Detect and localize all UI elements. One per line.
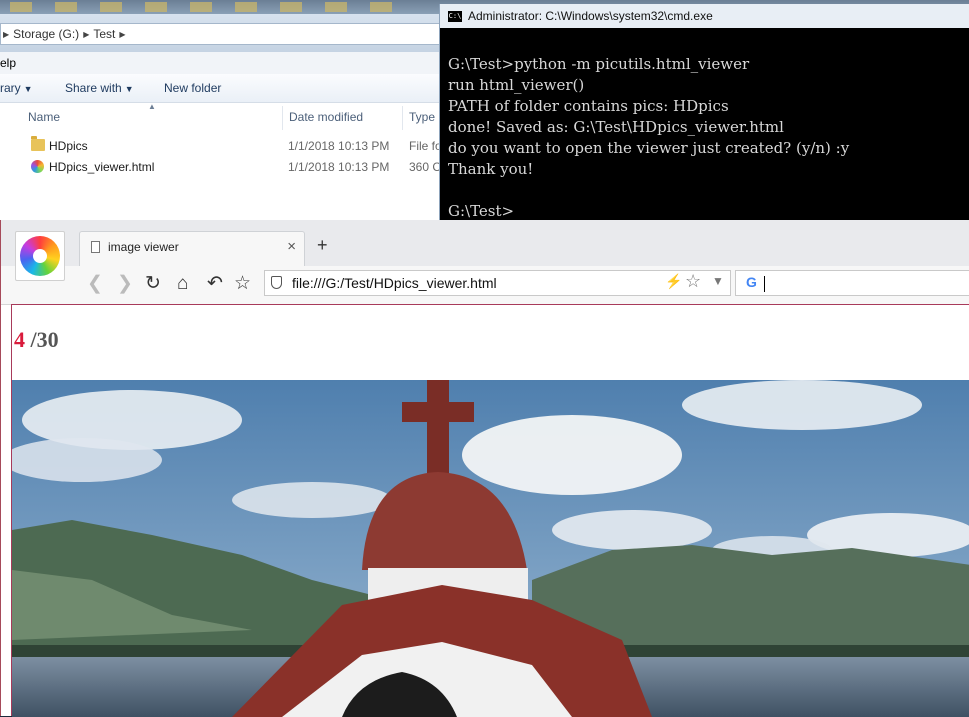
cmd-window[interactable]: C:\ Administrator: C:\Windows\system32\c…	[439, 4, 969, 234]
taskbar-thumb	[10, 2, 32, 12]
sort-up-icon: ▲	[148, 102, 156, 111]
breadcrumb-test[interactable]: Test	[89, 27, 119, 41]
taskbar-thumb	[145, 2, 167, 12]
url-bar[interactable]: file:///G:/Test/HDpics_viewer.html ⚡ ☆ ▼	[264, 270, 731, 296]
file-date: 1/1/2018 10:13 PM	[288, 160, 390, 174]
column-divider[interactable]	[402, 106, 403, 130]
image-counter: 4 /30	[14, 327, 59, 353]
forward-arrow-icon[interactable]: ❯	[117, 272, 133, 296]
star-icon[interactable]: ☆	[234, 272, 251, 296]
chapel-photo	[12, 380, 969, 717]
text-caret	[764, 276, 765, 292]
taskbar-thumb	[325, 2, 347, 12]
breadcrumb-storage[interactable]: Storage (G:)	[9, 27, 83, 41]
console-prompt: G:\Test>	[448, 202, 515, 220]
browser-nav-bar: ❮ ❯ ↻ ⌂ ↶ ☆ file:///G:/Test/HDpics_viewe…	[1, 266, 969, 305]
close-icon[interactable]: ×	[287, 238, 296, 255]
taskbar-thumb	[190, 2, 212, 12]
back-arrow-icon[interactable]: ❮	[87, 272, 103, 296]
column-divider[interactable]	[282, 106, 283, 130]
taskbar-thumb	[235, 2, 257, 12]
taskbar-thumb	[55, 2, 77, 12]
console-line: done! Saved as: G:\Test\HDpics_viewer.ht…	[448, 118, 784, 136]
search-input[interactable]: G	[735, 270, 969, 296]
cmd-title: Administrator: C:\Windows\system32\cmd.e…	[468, 9, 713, 23]
browser-tab-bar: image viewer × +	[1, 220, 969, 266]
url-text: file:///G:/Test/HDpics_viewer.html	[292, 275, 497, 291]
bookmark-star-icon[interactable]: ☆	[685, 271, 701, 292]
chevron-down-icon[interactable]: ▼	[712, 274, 724, 288]
file-name: HDpics	[49, 139, 88, 153]
home-icon[interactable]: ⌂	[177, 272, 188, 296]
share-with-button[interactable]: Share with ▼	[65, 81, 134, 95]
column-name[interactable]: Name	[28, 110, 60, 124]
file-type: File fo	[409, 139, 442, 153]
column-date-modified[interactable]: Date modified	[289, 110, 363, 124]
console-line: do you want to open the viewer just crea…	[448, 139, 850, 157]
dropdown-arrow-icon: ▼	[124, 84, 134, 94]
viewer-image[interactable]	[12, 380, 969, 717]
file-name: HDpics_viewer.html	[49, 160, 155, 174]
menu-help[interactable]: elp	[0, 56, 16, 70]
page-icon	[91, 241, 100, 253]
dropdown-arrow-icon: ▼	[23, 84, 33, 94]
console-line: PATH of folder contains pics: HDpics	[448, 97, 729, 115]
taskbar-thumb	[100, 2, 122, 12]
explorer-address-bar[interactable]: ▶ Storage (G:) ▶ Test ▶	[0, 23, 440, 45]
console-line: G:\Test>python -m picutils.html_viewer	[448, 55, 750, 73]
library-button-label: rary	[0, 81, 21, 95]
folder-icon	[31, 136, 45, 151]
tab-title: image viewer	[108, 240, 179, 254]
browser-window: image viewer × + ❮ ❯ ↻ ⌂ ↶ ☆ file:///G:/…	[0, 220, 969, 717]
taskbar-thumb	[280, 2, 302, 12]
include-in-library-button[interactable]: rary ▼	[0, 81, 33, 95]
total-images: /30	[30, 327, 59, 352]
share-button-label: Share with	[65, 81, 122, 95]
viewer-page: 4 /30	[11, 304, 969, 717]
google-icon: G	[746, 274, 757, 290]
file-date: 1/1/2018 10:13 PM	[288, 139, 390, 153]
file-type: 360 C	[409, 160, 442, 174]
new-folder-button[interactable]: New folder	[164, 81, 221, 95]
cmd-title-bar[interactable]: C:\ Administrator: C:\Windows\system32\c…	[440, 4, 969, 28]
column-type[interactable]: Type	[409, 110, 435, 124]
browser-logo-icon	[20, 236, 60, 276]
shield-icon	[271, 276, 282, 289]
cmd-icon: C:\	[448, 10, 462, 22]
tab-image-viewer[interactable]: image viewer ×	[79, 231, 305, 266]
undo-icon[interactable]: ↶	[207, 272, 223, 296]
console-line: Thank you!	[448, 160, 534, 178]
cmd-output: G:\Test>python -m picutils.html_viewerru…	[448, 54, 849, 222]
console-line: run html_viewer()	[448, 76, 585, 94]
chevron-right-icon: ▶	[119, 29, 126, 39]
current-image-index: 4	[14, 327, 25, 352]
browser-logo[interactable]	[15, 231, 65, 281]
new-tab-icon[interactable]: +	[317, 235, 328, 256]
reload-icon[interactable]: ↻	[145, 272, 161, 296]
lightning-icon[interactable]: ⚡	[665, 273, 682, 290]
html-file-icon	[31, 160, 44, 173]
taskbar-thumb	[370, 2, 392, 12]
